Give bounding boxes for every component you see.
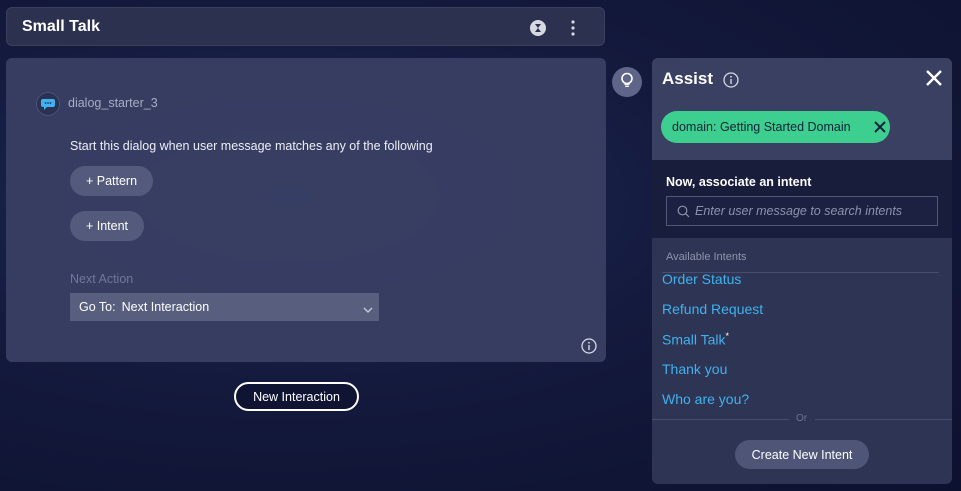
add-pattern-button[interactable]: + Pattern	[70, 166, 153, 196]
lightbulb-icon	[618, 71, 636, 94]
page-title: Small Talk	[22, 18, 100, 35]
chat-bubble-icon	[36, 92, 60, 116]
info-icon[interactable]	[581, 338, 597, 354]
domain-chip: domain: Getting Started Domain	[661, 111, 890, 143]
intent-search-box	[666, 196, 938, 226]
intent-item-order-status[interactable]: Order Status	[662, 271, 741, 287]
divider	[815, 419, 952, 420]
intent-label: Order Status	[662, 271, 742, 287]
intent-label: Who are you?	[662, 391, 750, 407]
intent-label: Small Talk	[662, 331, 726, 348]
go-to-prefix: Go To:	[79, 300, 116, 314]
associate-intent-label: Now, associate an intent	[666, 175, 812, 189]
intent-item-small-talk[interactable]: Small Talk*	[662, 331, 729, 348]
status-icon[interactable]	[530, 20, 546, 36]
intent-label: Thank you	[662, 361, 728, 377]
intent-mark: *	[725, 331, 730, 341]
domain-chip-label: domain: Getting Started Domain	[672, 120, 851, 134]
intent-item-thank-you[interactable]: Thank you	[662, 361, 727, 377]
assist-toggle-button[interactable]	[612, 67, 642, 97]
intent-search-input[interactable]	[695, 197, 933, 225]
new-interaction-button[interactable]: New Interaction	[234, 382, 359, 411]
associate-intent-section: Now, associate an intent	[652, 160, 952, 238]
intent-item-refund-request[interactable]: Refund Request	[662, 301, 763, 317]
next-action-select[interactable]: Go To: Next Interaction	[70, 293, 379, 321]
info-icon[interactable]	[723, 72, 739, 88]
remove-chip-icon[interactable]	[873, 120, 887, 134]
or-separator: Or	[796, 413, 808, 424]
dialog-name: dialog_starter_3	[68, 96, 158, 110]
available-intents-label: Available Intents	[666, 251, 747, 263]
chevron-down-icon	[363, 303, 373, 317]
divider	[652, 419, 789, 420]
assist-title: Assist	[662, 69, 714, 88]
dialog-header: Small Talk	[6, 7, 605, 46]
go-to-value: Next Interaction	[121, 300, 210, 314]
assist-header: Assist domain: Getting Started Domain	[652, 58, 952, 160]
dialog-card: dialog_starter_3 Start this dialog when …	[6, 58, 606, 362]
dialog-description: Start this dialog when user message matc…	[70, 139, 433, 153]
create-new-intent-button[interactable]: Create New Intent	[735, 440, 869, 469]
next-action-label: Next Action	[70, 272, 134, 286]
search-icon	[677, 205, 690, 218]
more-vertical-icon[interactable]	[569, 19, 577, 37]
assist-panel: Assist domain: Getting Started Domain No…	[652, 58, 952, 484]
intent-label: Refund Request	[662, 301, 764, 317]
close-icon[interactable]	[924, 68, 944, 88]
add-intent-button[interactable]: + Intent	[70, 211, 144, 241]
intent-item-who-are-you[interactable]: Who are you?	[662, 391, 749, 407]
